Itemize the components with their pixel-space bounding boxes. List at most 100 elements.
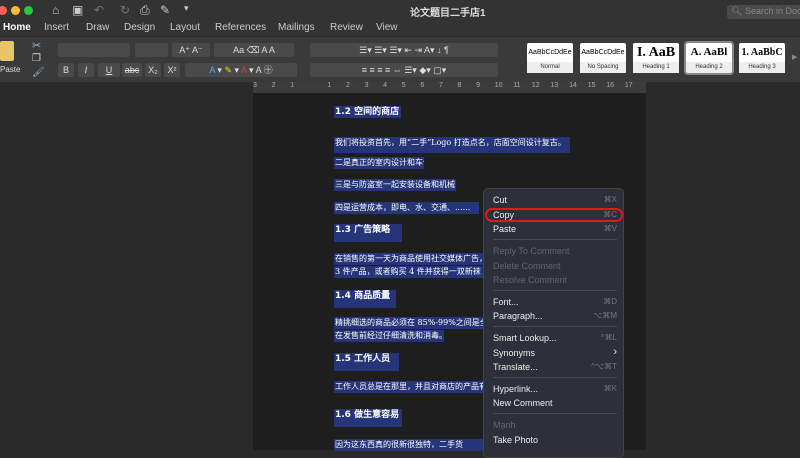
list-indent-group[interactable]: ☰▾ ☰▾ ☰▾ ⇤ ⇥ A▾ ↓ ¶ xyxy=(310,43,498,57)
selected-paragraph[interactable]: 在销售的第一天为商品使用社交媒体广告， xyxy=(334,253,484,265)
menu-item-cut[interactable]: Cut ⌘X xyxy=(493,195,617,205)
ruler-tick-label: 3 xyxy=(253,82,257,89)
tab-design[interactable]: Design xyxy=(124,22,155,33)
tab-layout[interactable]: Layout xyxy=(170,22,200,33)
style-heading-2[interactable]: A. AaBl Heading 2 xyxy=(684,41,734,75)
tab-insert[interactable]: Insert xyxy=(44,22,69,33)
ruler-tick-label: 10 xyxy=(494,82,503,89)
menu-item-new-comment[interactable]: New Comment xyxy=(493,398,617,408)
tab-home[interactable]: Home xyxy=(3,22,31,33)
strikethrough-button[interactable]: abc xyxy=(122,63,142,77)
tab-draw[interactable]: Draw xyxy=(86,22,109,33)
tab-view[interactable]: View xyxy=(376,22,398,33)
font-color-group[interactable]: A ▾ ✎ ▾ A ▾ A ㊉ xyxy=(185,63,297,77)
menu-item-synonyms[interactable]: Synonyms › xyxy=(493,346,617,358)
customize-toolbar-icon[interactable]: ▾ xyxy=(184,3,189,14)
selected-paragraph[interactable]: 因为这东西真的很新很独特，二手货 xyxy=(334,439,484,451)
selected-paragraph[interactable]: 工作人员总是在那里，并且对商店的产品有 xyxy=(334,381,484,393)
menu-item-hyperlink[interactable]: Hyperlink... ⌘K xyxy=(493,384,617,394)
ruler-tick-label: 1 xyxy=(327,82,332,89)
style-heading-1[interactable]: I. AaB Heading 1 xyxy=(633,43,679,73)
font-size-select[interactable] xyxy=(135,43,168,57)
selected-paragraph[interactable]: 3 件产品，或者购买 4 件并获得一双新袜 xyxy=(334,266,484,278)
menu-item-label: Reply To Comment xyxy=(493,246,570,256)
menu-separator xyxy=(493,413,617,414)
selected-paragraph[interactable]: 三是与防盗室一起安装设备和机械 xyxy=(334,179,456,191)
menu-item-label: Paragraph... xyxy=(493,311,543,321)
selected-heading[interactable]: 1.2 空间的商店 xyxy=(334,106,401,118)
edit-icon[interactable]: ✎ xyxy=(160,3,170,17)
ruler-tick-label: 3 xyxy=(364,82,369,89)
menu-separator xyxy=(493,239,617,240)
paste-icon[interactable] xyxy=(0,41,14,61)
style-no-spacing[interactable]: AaBbCcDdEe No Spacing xyxy=(580,43,626,73)
redo-icon[interactable]: ↻ xyxy=(120,3,130,17)
menu-separator xyxy=(493,326,617,327)
ruler-tick-label: 2 xyxy=(345,82,350,89)
italic-button[interactable]: I xyxy=(78,63,94,77)
menu-item-smart-lookup[interactable]: Smart Lookup... ^⌘L xyxy=(493,333,617,343)
menu-item-paragraph[interactable]: Paragraph... ⌥⌘M xyxy=(493,311,617,321)
context-menu: Cut ⌘X Copy ⌘C Paste ⌘V Reply To Comment Delete… xyxy=(483,188,624,458)
styles-more-icon[interactable]: ▶ xyxy=(792,53,797,61)
subscript-button[interactable]: X₂ xyxy=(145,63,161,77)
selected-paragraph[interactable]: 在发售前经过仔细清洗和消毒。 xyxy=(334,330,444,342)
style-preview: AaBbCcDdEe xyxy=(581,49,625,56)
undo-icon[interactable]: ↶ xyxy=(94,3,104,17)
menu-item-font[interactable]: Font... ⌘D xyxy=(493,297,617,307)
menu-item-shortcut: ⌘X xyxy=(603,195,617,204)
menu-item-take-photo[interactable]: Take Photo xyxy=(493,435,617,445)
menu-item-shortcut: ⌘C xyxy=(603,210,617,219)
search-input[interactable]: 🔍︎ Search in Document xyxy=(727,5,800,19)
style-preview: I. AaB xyxy=(636,45,676,60)
menu-item-shortcut: ⌘D xyxy=(603,297,617,306)
close-window-button[interactable] xyxy=(0,6,7,15)
cut-icon[interactable]: ✂ xyxy=(32,39,41,52)
paste-button[interactable]: Paste xyxy=(0,65,20,74)
menu-item-translate[interactable]: Translate... ^⌥⌘T xyxy=(493,362,617,372)
selected-paragraph[interactable]: 我们将投资首先，用“二手”Logo 打造点名，店面空间设计复古。 xyxy=(334,137,570,153)
menu-item-label: Font... xyxy=(493,297,519,307)
ruler-tick-label: 17 xyxy=(624,82,633,89)
menu-item-label: Take Photo xyxy=(493,435,539,445)
menu-item-resolve-comment: Resolve Comment xyxy=(493,275,617,285)
tab-mailings[interactable]: Mailings xyxy=(278,22,315,33)
selected-heading[interactable]: 1.6 做生意容易 xyxy=(334,409,402,427)
font-size-grow-shrink[interactable]: A⁺ A⁻ xyxy=(172,43,210,57)
print-icon[interactable]: ⎙ xyxy=(140,3,150,18)
selected-heading[interactable]: 1.4 商品质量 xyxy=(334,290,396,308)
superscript-button[interactable]: X² xyxy=(164,63,180,77)
format-painter-icon[interactable]: 🖌︎ xyxy=(32,67,45,78)
selected-heading[interactable]: 1.5 工作人员 xyxy=(334,353,399,371)
menu-item-label: Mạnh xyxy=(493,420,516,430)
ruler-tick-label: 1 xyxy=(290,82,295,89)
minimize-window-button[interactable] xyxy=(11,6,20,15)
menu-item-label: Cut xyxy=(493,195,508,205)
style-label: Heading 2 xyxy=(686,62,732,73)
save-icon[interactable]: ▣ xyxy=(72,3,83,17)
menu-item-paste[interactable]: Paste ⌘V xyxy=(493,224,617,234)
selected-paragraph[interactable]: 精挑细选的商品必须在 85%-99%之间是全新 xyxy=(334,317,484,329)
zoom-window-button[interactable] xyxy=(24,6,33,15)
selected-paragraph[interactable]: 四是运营成本，即电、水、交通、...... xyxy=(334,202,479,214)
ruler[interactable]: 3 2 1 1 2 3 4 5 6 7 8 9 10 11 12 13 14 15 16 17 xyxy=(253,82,646,93)
menu-item-label: Smart Lookup... xyxy=(493,333,557,343)
alignment-group[interactable]: ≡ ≡ ≡ ≡ ⇔ ☰▾ ◆▾ ▢▾ xyxy=(310,63,498,77)
copy-icon[interactable]: ❐ xyxy=(32,53,41,64)
font-name-select[interactable] xyxy=(58,43,130,57)
menu-item-shortcut: ⌘V xyxy=(603,224,617,233)
bold-button[interactable]: B xyxy=(58,63,74,77)
text-effects-group[interactable]: Aa ⌫ A A xyxy=(214,43,294,57)
ruler-tick-label: 5 xyxy=(401,82,406,89)
tab-references[interactable]: References xyxy=(215,22,266,33)
menu-item-copy[interactable]: Copy ⌘C xyxy=(493,210,617,220)
style-normal[interactable]: AaBbCcDdEe Normal xyxy=(527,43,573,73)
selected-paragraph[interactable]: 二是真正的室内设计和车位 xyxy=(334,157,424,169)
ruler-tick-label: 14 xyxy=(569,82,577,89)
underline-button[interactable]: U xyxy=(98,63,120,77)
ruler-tick-label: 12 xyxy=(531,82,540,89)
tab-review[interactable]: Review xyxy=(330,22,363,33)
style-heading-3[interactable]: 1. AaBbC Heading 3 xyxy=(739,43,785,73)
home-icon[interactable]: ⌂ xyxy=(52,3,59,17)
selected-heading[interactable]: 1.3 广告策略 xyxy=(334,224,402,242)
